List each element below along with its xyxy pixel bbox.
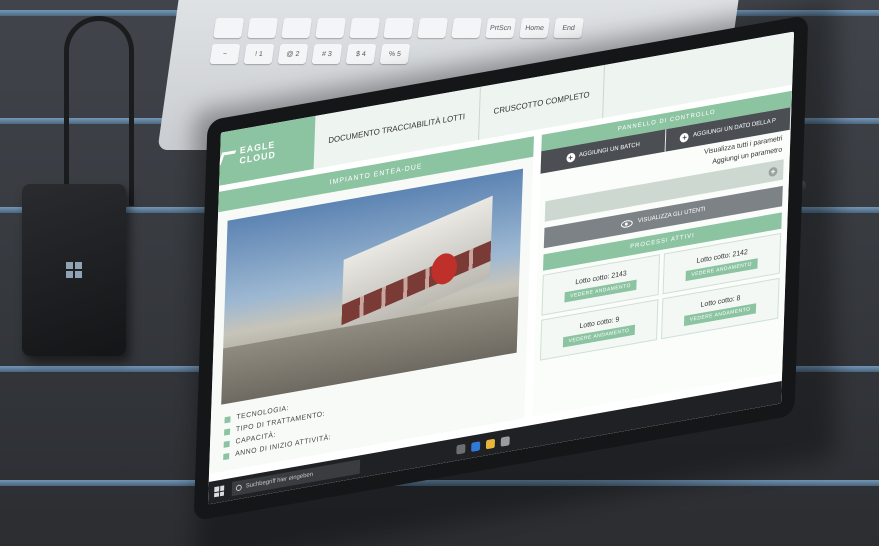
bullet-icon	[224, 415, 231, 423]
bullet-icon	[223, 452, 230, 460]
plus-icon: +	[680, 131, 690, 143]
plus-icon: +	[565, 151, 576, 163]
eagle-logo-icon	[217, 150, 237, 166]
keyboard-row: PrtScn Home End	[213, 18, 585, 38]
brand-name: EAGLE CLOUD	[239, 139, 277, 166]
search-icon	[235, 484, 242, 492]
key	[383, 18, 415, 38]
key	[349, 18, 381, 38]
plant-info-list: TECNOLOGIA: TIPO DI TRATTAMENTO: CAPACIT…	[223, 397, 332, 465]
bullet-icon	[224, 427, 231, 436]
view-trend-button[interactable]: VEDERE ANDAMENTO	[683, 302, 757, 326]
view-trend-button[interactable]: VEDERE ANDAMENTO	[562, 324, 636, 348]
key: % 5	[379, 44, 411, 64]
surface-dock	[22, 184, 126, 356]
search-placeholder: Suchbegriff hier eingeben	[245, 471, 314, 490]
key: PrtScn	[485, 18, 517, 38]
key: @ 2	[277, 44, 309, 64]
taskbar-apps	[456, 435, 510, 455]
key: ! 1	[243, 44, 275, 64]
brand-logo[interactable]: EAGLE CLOUD	[217, 115, 316, 186]
windows-logo-icon	[66, 262, 82, 278]
key	[451, 18, 483, 38]
plant-pane: IMPIANTO ENTEA-DUE TECNOLOGIA: TIPO DI T…	[208, 136, 534, 474]
folder-icon[interactable]	[485, 438, 496, 449]
key	[417, 18, 449, 38]
store-icon[interactable]	[500, 435, 510, 447]
plant-photo	[221, 168, 524, 405]
key: End	[553, 18, 585, 38]
add-batch-label: AGGIUNGI UN BATCH	[578, 141, 640, 159]
key: $ 4	[345, 44, 377, 64]
usb-cable	[64, 16, 134, 206]
edge-icon[interactable]	[471, 440, 481, 452]
key	[281, 18, 313, 38]
eye-icon	[620, 218, 634, 229]
plus-icon: +	[768, 165, 778, 177]
task-view-icon[interactable]	[456, 443, 466, 455]
keyboard-row: ~ ! 1 @ 2 # 3 $ 4 % 5	[209, 44, 411, 64]
key: ~	[209, 44, 241, 64]
key	[315, 18, 347, 38]
key	[213, 18, 245, 38]
key: Home	[519, 18, 551, 38]
key	[247, 18, 279, 38]
control-panel: PANNELLO DI CONTROLLO + AGGIUNGI UN BATC…	[532, 90, 793, 417]
bullet-icon	[223, 440, 230, 448]
view-users-label: VISUALIZZA GLI UTENTI	[637, 206, 706, 225]
start-icon[interactable]	[214, 485, 225, 498]
key: # 3	[311, 44, 343, 64]
